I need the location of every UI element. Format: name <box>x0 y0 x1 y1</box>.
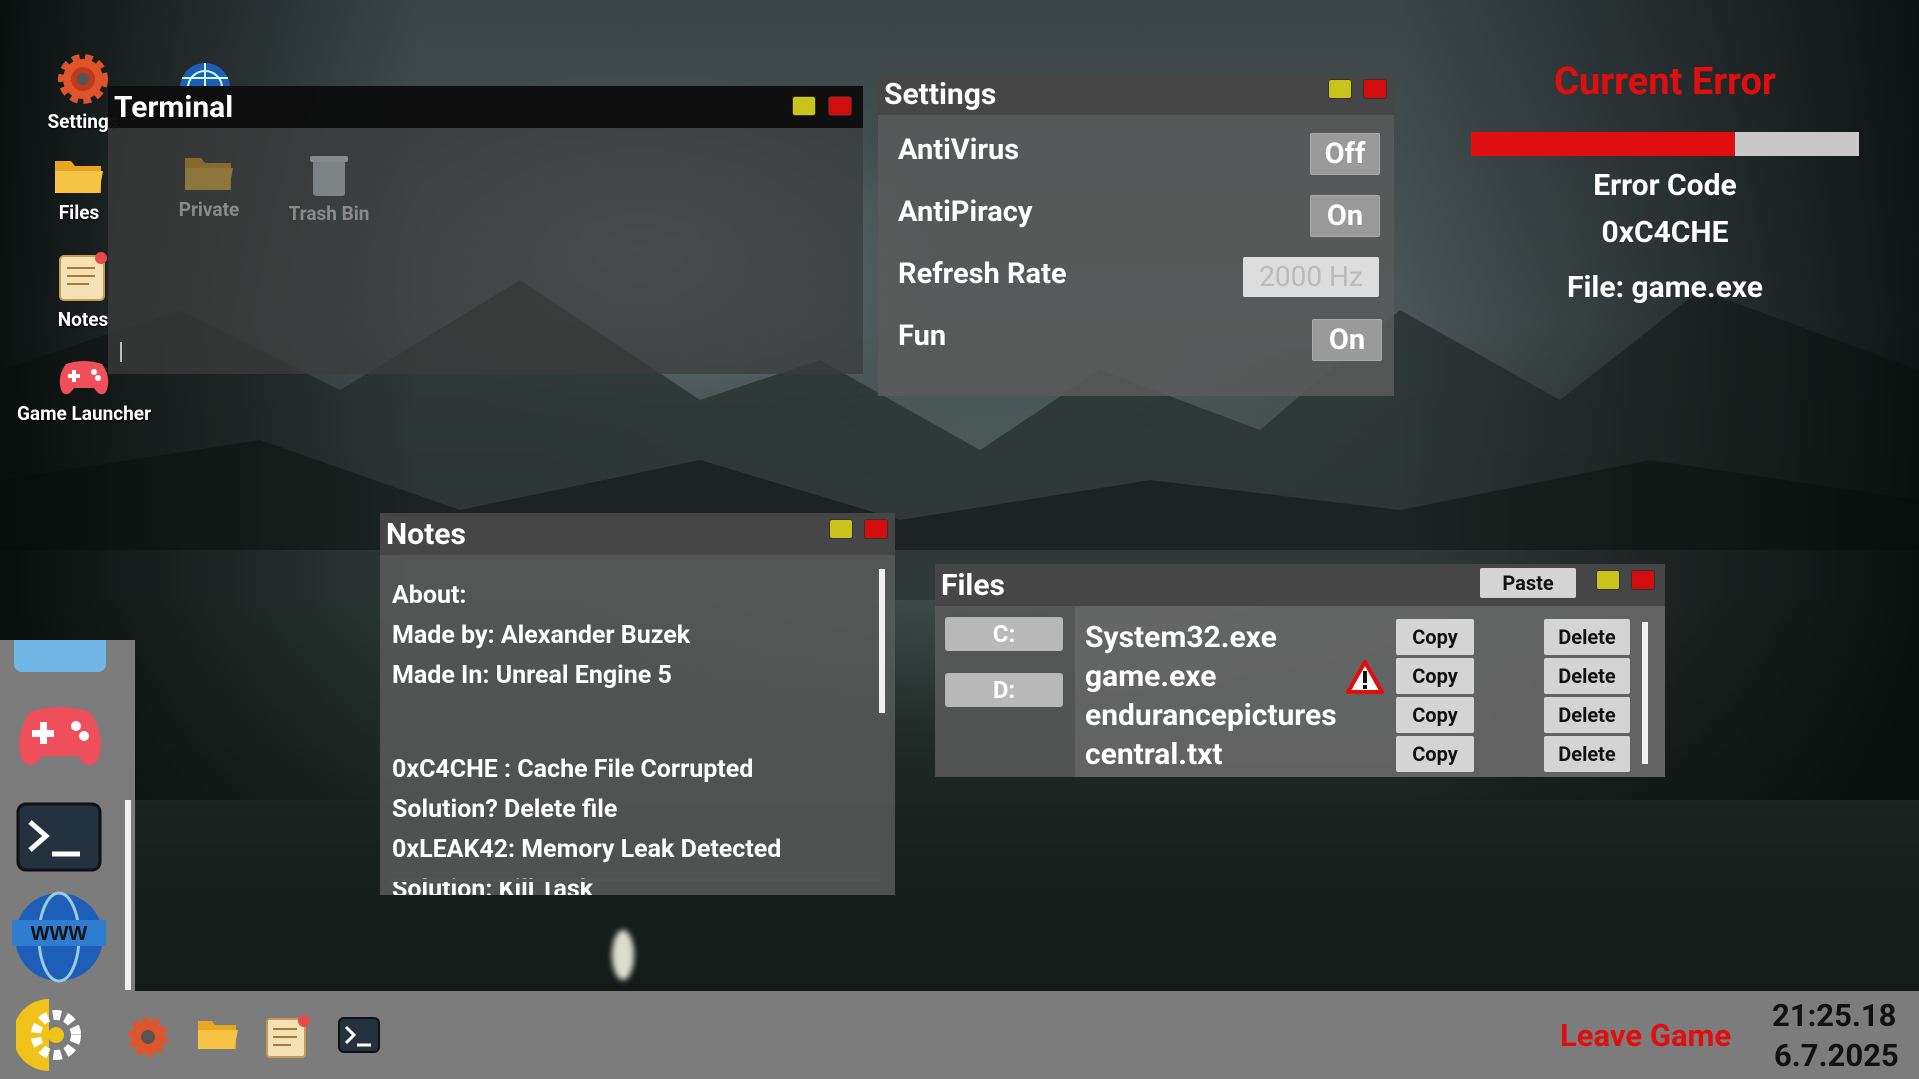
minimize-button[interactable] <box>1596 570 1620 590</box>
terminal-window[interactable]: Terminal Private Trash Bin <box>108 86 863 374</box>
desktop-icon-label: Private <box>178 198 240 221</box>
gamepad-icon <box>59 361 109 395</box>
settings-titlebar[interactable]: Settings <box>878 73 1394 115</box>
note-line: Made In: Unreal Engine 5 <box>392 661 672 690</box>
terminal-cursor <box>120 342 122 362</box>
error-code: 0xC4CHE <box>1601 215 1729 250</box>
dock-terminal-icon[interactable] <box>16 802 102 872</box>
file-name[interactable]: endurancepictures <box>1085 698 1337 733</box>
delete-button[interactable]: Delete <box>1544 697 1630 733</box>
close-button[interactable] <box>1631 570 1655 590</box>
taskbar-folder-icon[interactable] <box>196 1017 240 1053</box>
minimize-button[interactable] <box>829 519 853 539</box>
copy-button[interactable]: Copy <box>1396 736 1474 772</box>
files-titlebar[interactable]: Files Paste <box>935 564 1665 606</box>
setting-label-fun: Fun <box>898 319 947 353</box>
dock-item-partial[interactable] <box>14 640 106 672</box>
note-line: About: <box>392 581 467 610</box>
note-line: Solution: Kill Task <box>392 875 594 895</box>
folder-icon <box>55 161 103 193</box>
files-window[interactable]: Files Paste C: D: System32.exe Copy Dele… <box>935 564 1665 777</box>
antipiracy-toggle[interactable]: On <box>1310 195 1380 237</box>
desktop-icon-label: Files <box>58 201 100 224</box>
fun-toggle[interactable]: On <box>1312 319 1382 361</box>
dock-gamepad-icon[interactable] <box>14 702 106 772</box>
desktop-icon-trash-bin[interactable]: Trash Bin <box>264 152 394 225</box>
setting-label-refresh-rate: Refresh Rate <box>898 257 1067 291</box>
drive-d-button[interactable]: D: <box>945 673 1063 707</box>
file-name[interactable]: central.txt <box>1085 737 1223 772</box>
error-progress-bar <box>1471 132 1859 156</box>
settings-window[interactable]: Settings AntiVirus Off AntiPiracy On Ref… <box>878 73 1394 396</box>
drive-c-button[interactable]: C: <box>945 617 1063 651</box>
files-scrollbar[interactable] <box>1642 622 1648 764</box>
desktop-icon-label: Trash Bin <box>288 202 370 225</box>
globe-icon <box>180 63 230 89</box>
taskbar-terminal-icon[interactable] <box>338 1017 380 1053</box>
antivirus-toggle[interactable]: Off <box>1310 133 1380 175</box>
desktop-icon-label: Notes <box>57 308 109 331</box>
notes-divider <box>390 879 880 882</box>
note-line: 0xLEAK42: Memory Leak Detected <box>392 835 782 864</box>
dock-scrollbar[interactable] <box>125 800 131 990</box>
svg-text:WWW: WWW <box>31 923 88 945</box>
notes-scrollbar[interactable] <box>879 569 885 713</box>
error-title: Current Error <box>1554 60 1776 104</box>
taskbar-notes-icon[interactable] <box>264 1013 312 1061</box>
notes-window[interactable]: Notes About: Made by: Alexander Buzek Ma… <box>380 513 895 895</box>
window-title: Settings <box>884 77 997 112</box>
delete-button[interactable]: Delete <box>1544 736 1630 772</box>
delete-button[interactable]: Delete <box>1544 619 1630 655</box>
refresh-rate-field[interactable]: 2000 Hz <box>1243 257 1379 297</box>
taskbar-settings-icon[interactable] <box>126 1015 170 1059</box>
error-code-label: Error Code <box>1593 168 1737 203</box>
dock-browser-icon[interactable]: WWW <box>12 890 106 984</box>
delete-button[interactable]: Delete <box>1544 658 1630 694</box>
file-name[interactable]: System32.exe <box>1085 620 1277 655</box>
notes-titlebar[interactable]: Notes <box>380 513 895 555</box>
trash-bin-icon <box>310 156 348 196</box>
close-button[interactable] <box>864 519 888 539</box>
taskbar: Leave Game 21:25.18 6.7.2025 <box>0 991 1919 1079</box>
note-line: Made by: Alexander Buzek <box>392 621 691 650</box>
copy-button[interactable]: Copy <box>1396 697 1474 733</box>
gear-icon <box>58 54 108 104</box>
note-line: 0xC4CHE : Cache File Corrupted <box>392 755 754 784</box>
window-title: Notes <box>386 517 466 552</box>
browser-icon-small[interactable] <box>178 48 232 89</box>
current-error-panel: Current Error Error Code 0xC4CHE File: g… <box>1460 60 1870 340</box>
notes-content[interactable]: About: Made by: Alexander Buzek Made In:… <box>380 555 880 895</box>
desktop-icon-private[interactable]: Private <box>154 152 264 221</box>
copy-button[interactable]: Copy <box>1396 619 1474 655</box>
moon-reflection <box>612 930 634 980</box>
setting-label-antipiracy: AntiPiracy <box>898 195 1033 229</box>
paste-button[interactable]: Paste <box>1480 568 1576 598</box>
app-dock: WWW <box>0 640 135 991</box>
close-button[interactable] <box>1363 79 1387 99</box>
warning-icon <box>1346 660 1384 694</box>
window-title: Terminal <box>114 90 234 125</box>
minimize-button[interactable] <box>1328 79 1352 99</box>
error-file: File: game.exe <box>1567 270 1763 305</box>
window-title: Files <box>941 568 1005 603</box>
close-button[interactable] <box>828 96 852 116</box>
note-line: Solution? Delete file <box>392 795 618 824</box>
clock-date: 6.7.2025 <box>1774 1037 1899 1074</box>
setting-label-antivirus: AntiVirus <box>898 133 1020 167</box>
os-logo-icon[interactable] <box>16 997 82 1073</box>
error-progress-fill <box>1471 132 1735 156</box>
notepad-icon <box>59 252 107 301</box>
file-name[interactable]: game.exe <box>1085 659 1216 694</box>
copy-button[interactable]: Copy <box>1396 658 1474 694</box>
desktop-icon-label: Game Launcher <box>16 402 152 425</box>
folder-icon <box>185 158 233 190</box>
terminal-titlebar[interactable]: Terminal <box>108 86 863 128</box>
leave-game-button[interactable]: Leave Game <box>1560 1017 1731 1054</box>
clock-time: 21:25.18 <box>1772 997 1897 1034</box>
minimize-button[interactable] <box>792 96 816 116</box>
